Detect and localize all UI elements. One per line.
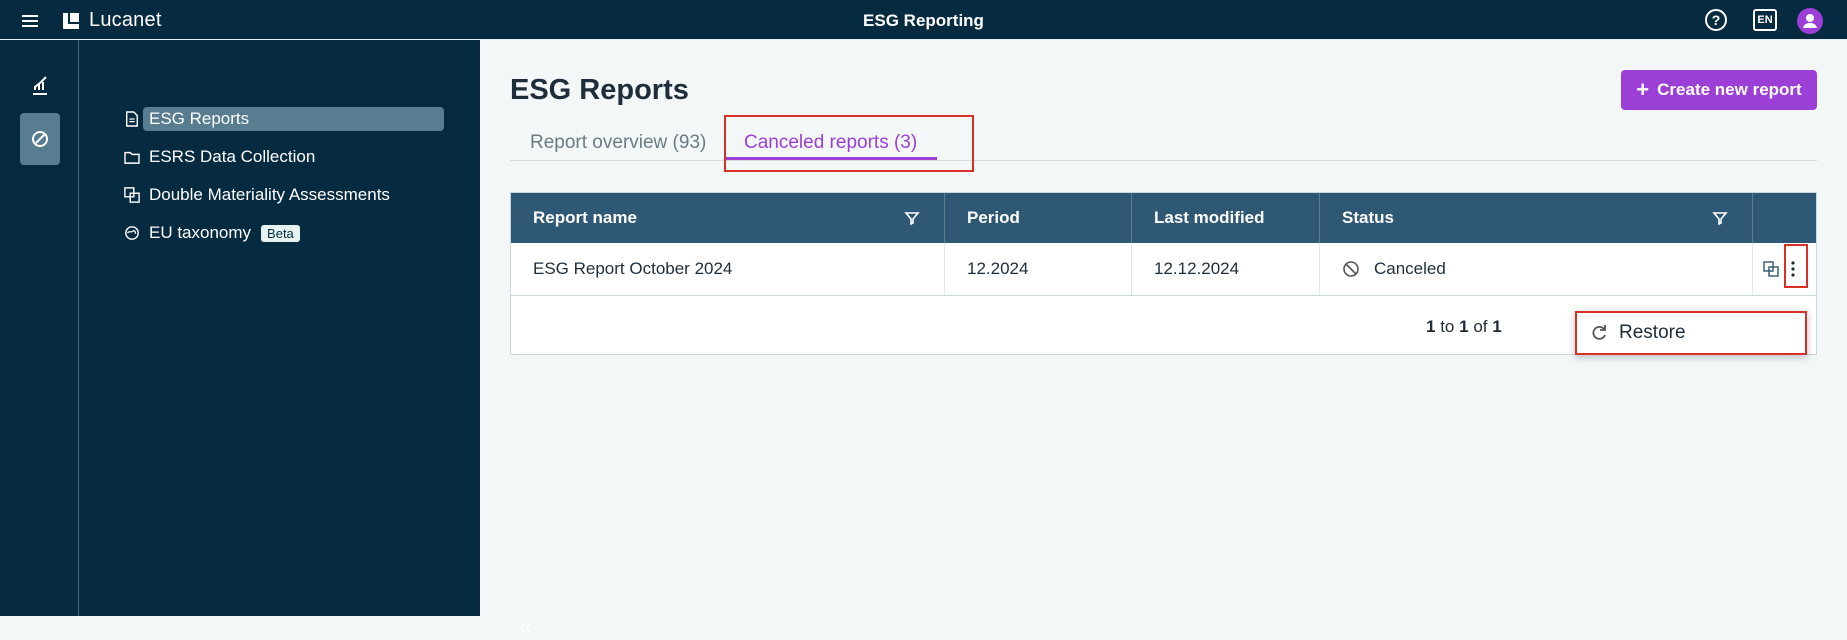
status-text: Canceled xyxy=(1374,259,1446,278)
sidebar-item-esg-reports[interactable]: ESG Reports xyxy=(121,107,444,131)
folder-icon xyxy=(121,146,143,168)
tabs: Report overview (93) Canceled reports (3… xyxy=(510,126,1817,161)
cell-status: Canceled xyxy=(1320,243,1753,295)
page-title: ESG Reports xyxy=(510,74,689,106)
pagination-to: 1 xyxy=(1459,317,1469,336)
column-header-period[interactable]: Period xyxy=(945,193,1132,243)
app-rail xyxy=(0,40,79,616)
language-button[interactable]: EN xyxy=(1753,9,1777,31)
highlight-more-button xyxy=(1784,244,1808,288)
header-label: Report name xyxy=(533,208,637,227)
sidebar: ESG Reports ESRS Data Collection Double … xyxy=(79,40,531,639)
top-bar: Lucanet ESG Reporting ? EN xyxy=(0,0,1847,40)
sidebar-item-eu-taxonomy[interactable]: EU taxonomy Beta xyxy=(121,221,300,245)
column-header-actions xyxy=(1753,193,1816,243)
pagination-of-label: of xyxy=(1473,317,1488,336)
pagination-from: 1 xyxy=(1426,317,1436,336)
app-title: ESG Reporting xyxy=(863,11,984,30)
create-report-label: Create new report xyxy=(1657,80,1802,99)
pagination-to-label: to xyxy=(1440,317,1455,336)
sidebar-item-label: ESRS Data Collection xyxy=(149,147,316,166)
context-menu: Restore xyxy=(1575,311,1807,355)
plus-icon: + xyxy=(1636,77,1650,102)
filter-icon[interactable] xyxy=(1712,210,1728,226)
restore-icon xyxy=(1592,325,1606,340)
table-row[interactable]: ESG Report October 2024 12.2024 12.12.20… xyxy=(511,243,1816,296)
sidebar-item-double-materiality[interactable]: Double Materiality Assessments xyxy=(121,183,390,207)
help-icon[interactable]: ? xyxy=(1705,9,1727,31)
rail-item-analytics[interactable] xyxy=(20,60,60,112)
tab-report-overview[interactable]: Report overview (93) xyxy=(530,126,706,160)
column-header-last-modified[interactable]: Last modified xyxy=(1132,193,1320,243)
user-icon xyxy=(1803,14,1817,28)
column-header-report-name[interactable]: Report name xyxy=(511,193,945,243)
column-header-status[interactable]: Status xyxy=(1320,193,1753,243)
pagination-total: 1 xyxy=(1492,317,1502,336)
header-label: Status xyxy=(1342,208,1394,227)
sidebar-item-label: Double Materiality Assessments xyxy=(149,185,390,204)
restore-menu-item[interactable]: Restore xyxy=(1619,322,1686,344)
highlight-canceled-tab xyxy=(724,115,974,172)
sidebar-item-esrs-data[interactable]: ESRS Data Collection xyxy=(121,145,315,169)
copy-icon xyxy=(121,184,143,206)
avatar[interactable] xyxy=(1797,8,1823,34)
canceled-icon xyxy=(1343,261,1359,277)
create-report-button[interactable]: + Create new report xyxy=(1621,70,1817,110)
filter-icon[interactable] xyxy=(904,210,920,226)
collapse-sidebar-button[interactable]: « xyxy=(519,614,531,640)
table-header: Report name Period Last modified Status xyxy=(511,193,1816,243)
duplicate-icon[interactable] xyxy=(1763,261,1779,277)
chart-icon xyxy=(33,76,47,95)
cell-period: 12.2024 xyxy=(945,243,1132,295)
beta-badge: Beta xyxy=(261,224,300,242)
globe-icon xyxy=(121,222,143,244)
sidebar-item-label: ESG Reports xyxy=(143,107,444,131)
document-icon xyxy=(121,108,143,130)
cell-report-name: ESG Report October 2024 xyxy=(511,243,945,295)
sidebar-item-label: EU taxonomy xyxy=(149,223,252,242)
cell-last-modified: 12.12.2024 xyxy=(1132,243,1320,295)
pagination-summary: 1 to 1 of 1 xyxy=(1426,317,1502,337)
leaf-icon xyxy=(32,131,48,147)
rail-item-esg[interactable] xyxy=(20,113,60,165)
